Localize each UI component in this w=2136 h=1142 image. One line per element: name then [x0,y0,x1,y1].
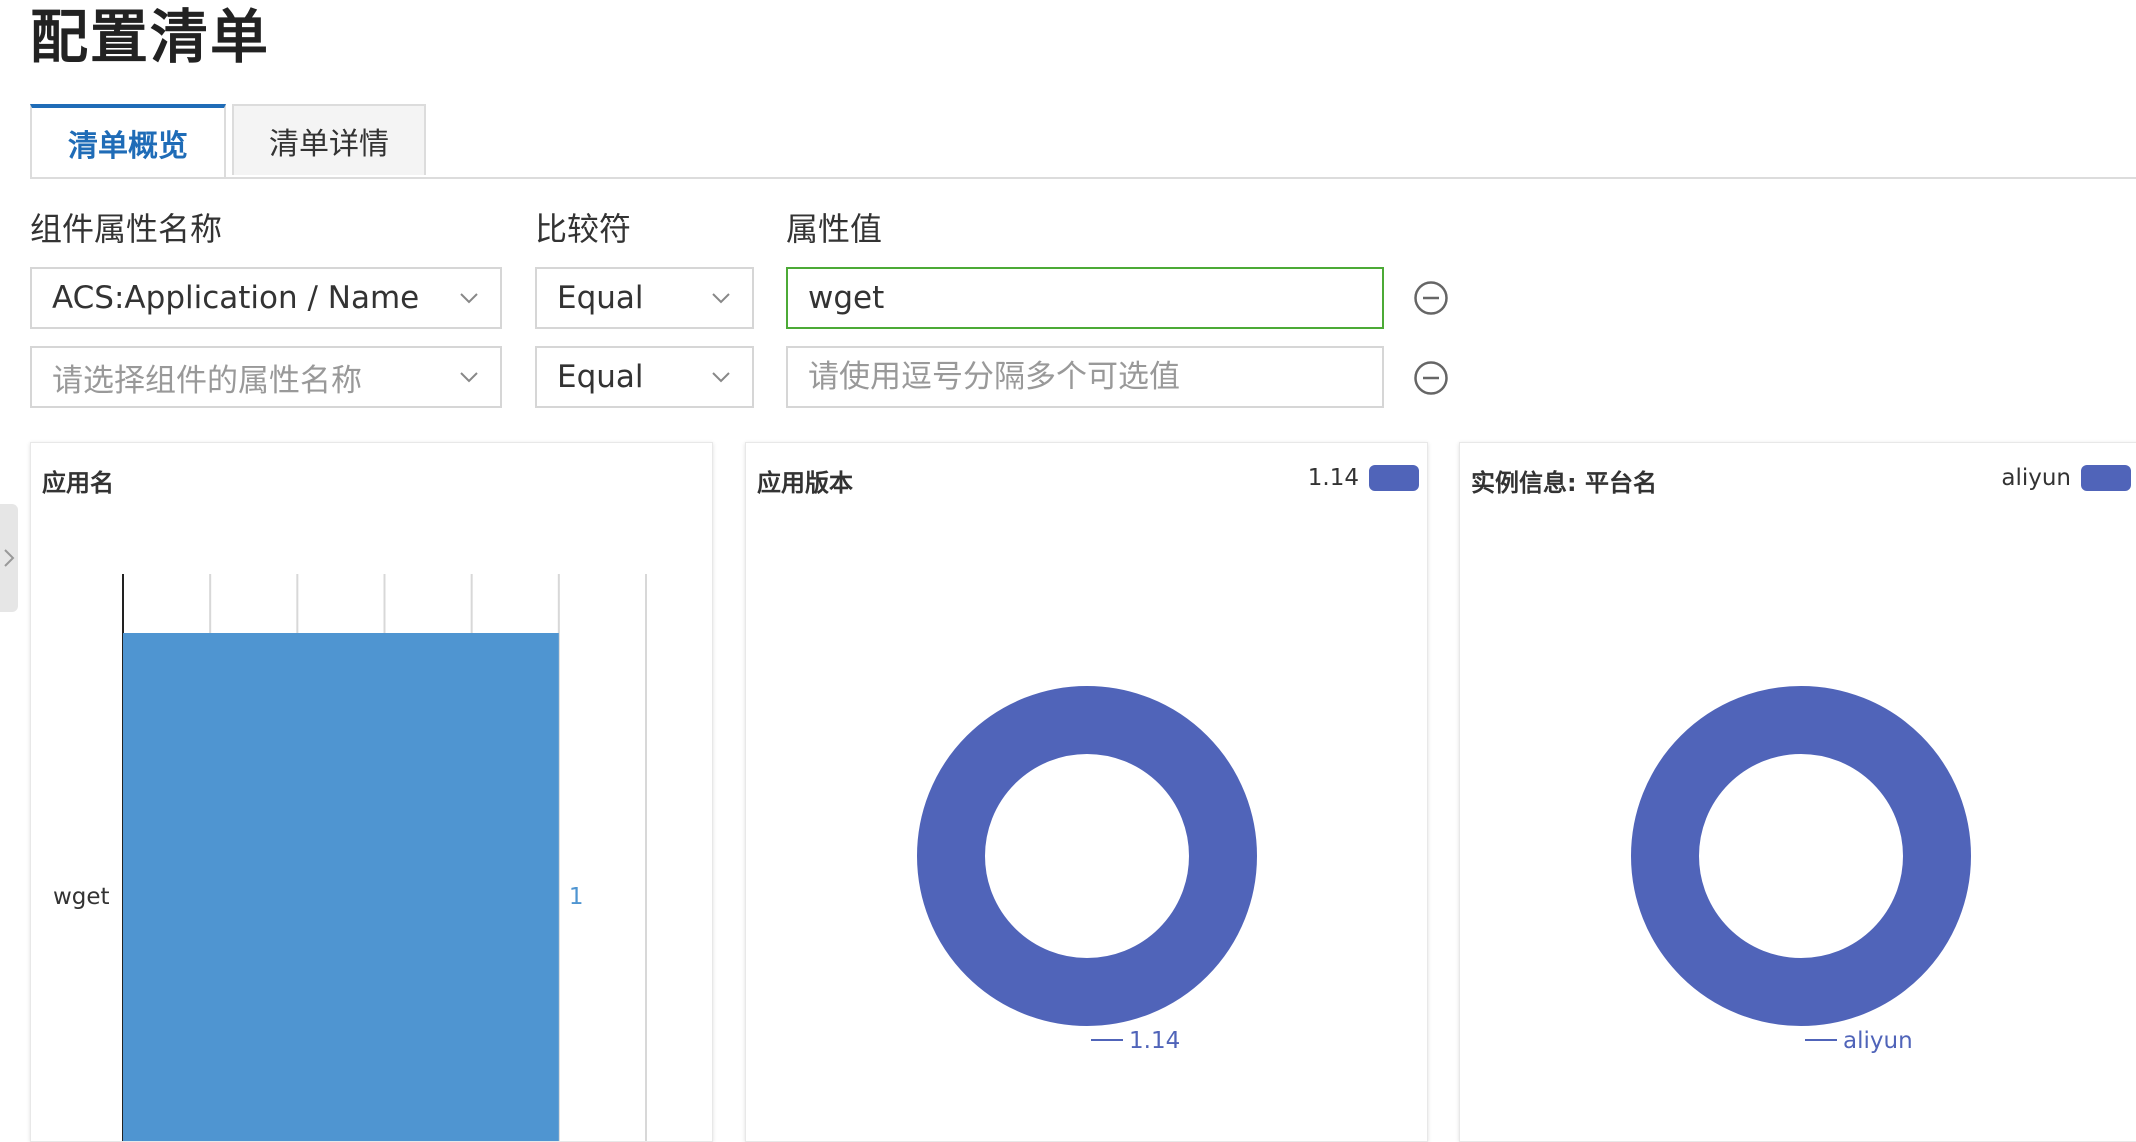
bar-category-label: wget [53,884,110,910]
value-input-field[interactable] [808,359,1362,395]
bar-data-label: 1 [569,884,584,910]
donut-chart: aliyun [1631,686,1971,1054]
donut-chart: 1.14 [917,686,1257,1054]
donut-slice-1.14[interactable] [917,686,1257,1026]
remove-row-icon[interactable] [1413,280,1449,316]
chart-card-app-version: 应用版本 1.14 1.14 [745,442,1428,1142]
chevron-down-icon [460,293,478,304]
donut-slice-aliyun[interactable] [1631,686,1971,1026]
sidebar-expand-handle[interactable] [0,504,18,612]
page-title: 配置清单 [30,3,271,71]
tab-details[interactable]: 清单详情 [232,104,426,175]
value-input-text: wget [808,280,885,316]
property-name-label: 组件属性名称 [30,210,223,248]
value-input-row1[interactable]: wget [786,267,1384,329]
remove-row-icon[interactable] [1413,360,1449,396]
value-input-row2[interactable] [786,346,1384,408]
chart-card-app-name: 应用名 wget 1 [30,442,713,1142]
property-select-placeholder: 请选择组件的属性名称 [52,362,362,399]
property-select-row1[interactable]: ACS:Application / Name [30,267,502,329]
chevron-down-icon [712,293,730,304]
chevron-down-icon [712,372,730,383]
donut-slice-label: 1.14 [1129,1028,1180,1054]
comparator-select-row1[interactable]: Equal [535,267,754,329]
tab-bar: 清单概览 清单详情 [30,104,2136,179]
property-value-label: 属性值 [786,210,883,248]
tab-overview[interactable]: 清单概览 [30,104,226,177]
bar-wget[interactable] [123,633,559,1142]
chevron-right-icon [4,549,15,567]
property-select-row2[interactable]: 请选择组件的属性名称 [30,346,502,408]
property-select-value: ACS:Application / Name [52,280,420,316]
donut-slice-label: aliyun [1843,1028,1913,1054]
comparator-select-value: Equal [557,359,644,395]
chevron-down-icon [460,372,478,383]
bar-chart: wget 1 [53,574,647,1142]
comparator-label: 比较符 [535,210,632,248]
chart-card-platform-name: 实例信息: 平台名 aliyun aliyun [1459,442,2136,1142]
comparator-select-value: Equal [557,280,644,316]
comparator-select-row2[interactable]: Equal [535,346,754,408]
